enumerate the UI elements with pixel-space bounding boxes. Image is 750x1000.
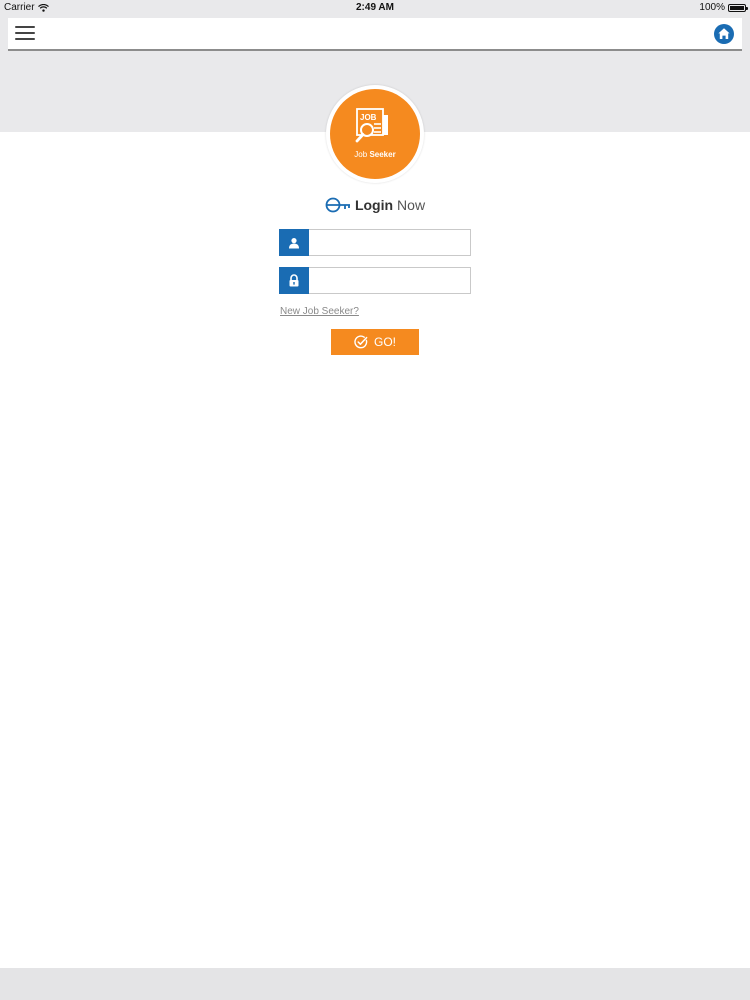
password-field <box>279 267 471 294</box>
go-button-label: GO! <box>373 335 396 349</box>
footer-bar <box>0 968 750 1000</box>
login-heading: Login Now <box>0 195 750 215</box>
nav-bar <box>8 18 742 51</box>
username-input[interactable] <box>310 230 468 255</box>
logo-caption: Job Seeker <box>330 150 420 159</box>
key-icon <box>325 197 350 213</box>
battery-percent: 100% <box>699 2 725 13</box>
logo-badge-text: JOB <box>360 113 377 122</box>
login-heading-bold: Login <box>354 197 394 213</box>
go-button[interactable]: GO! <box>331 329 419 355</box>
hamburger-line <box>15 38 35 40</box>
battery-fill <box>730 5 744 10</box>
lock-icon <box>289 274 299 287</box>
new-job-seeker-link[interactable]: New Job Seeker? <box>280 306 359 317</box>
hamburger-menu-icon <box>15 26 35 28</box>
home-button[interactable] <box>714 24 734 44</box>
status-time: 2:49 AM <box>356 2 394 13</box>
check-circle-icon <box>354 335 368 349</box>
job-search-icon: JOB <box>355 108 388 143</box>
logo-ring: JOB Job Seeker <box>326 85 424 183</box>
logo-caption-job: Job <box>354 150 368 159</box>
user-icon <box>289 237 299 248</box>
logo-caption-seeker: Seeker <box>369 150 396 159</box>
username-field <box>279 229 471 256</box>
status-bar: Carrier 2:49 AM 100% <box>0 0 750 16</box>
hamburger-line <box>15 32 35 34</box>
login-heading-light: Now <box>397 197 426 213</box>
job-seeker-logo: JOB Job Seeker <box>330 89 420 179</box>
status-right: 100% <box>699 2 748 13</box>
battery-icon <box>728 3 748 12</box>
menu-button[interactable] <box>15 25 35 41</box>
password-input[interactable] <box>310 268 468 293</box>
username-addon <box>279 229 309 256</box>
password-addon <box>279 267 309 294</box>
